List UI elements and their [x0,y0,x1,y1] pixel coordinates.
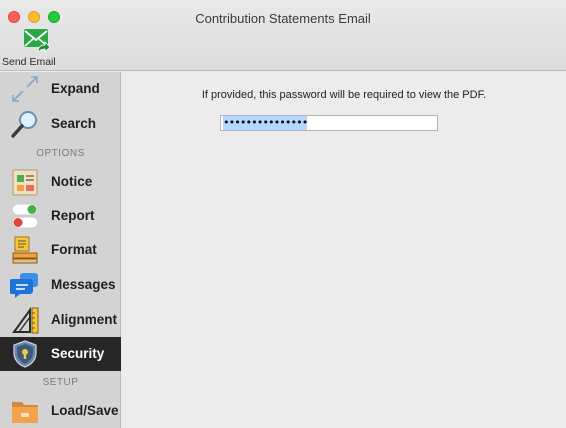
sidebar-item-alignment[interactable]: Alignment [0,303,121,337]
expand-icon [12,76,38,102]
notice-icon [12,169,38,196]
format-icon [12,236,38,264]
folder-icon [12,402,38,423]
security-shield-icon [13,340,37,368]
sidebar-item-label: Security [51,346,105,361]
password-selected-text: ••••••••••••••• [223,116,308,130]
send-email-label: Send Email [2,56,56,68]
sidebar-item-label: Messages [51,277,116,292]
sidebar-item-label: Load/Save [51,403,119,418]
sidebar-item-expand[interactable]: Expand [0,72,121,106]
security-panel: If provided, this password will be requi… [122,72,566,428]
report-toggle-icon [11,203,39,229]
sidebar-item-load-save[interactable]: Load/Save [0,394,121,428]
sidebar-item-messages[interactable]: Messages [0,268,121,302]
sidebar-item-label: Format [51,242,97,257]
sidebar-item-label: Search [51,116,97,131]
sidebar-item-notice[interactable]: Notice [0,165,121,199]
sidebar-header-options: OPTIONS [36,148,85,159]
sidebar-item-format[interactable]: Format [0,233,121,267]
sidebar-item-label: Notice [51,174,93,189]
send-email-button[interactable]: Send Email [2,28,60,70]
sidebar: Expand Search OPTIONS Notice Report Form… [0,72,121,428]
sidebar-item-report[interactable]: Report [0,199,121,233]
window-title: Contribution Statements Email [195,11,371,26]
app-window: Contribution Statements Email Send Email… [0,0,566,428]
messages-icon [10,273,38,298]
sidebar-item-search[interactable]: Search [0,107,121,141]
alignment-icon [12,306,39,334]
sidebar-item-label: Report [51,208,95,223]
sidebar-item-label: Alignment [51,312,117,327]
sidebar-item-label: Expand [51,81,100,96]
title-toolbar: Contribution Statements Email Send Email [0,0,566,71]
password-hint-text: If provided, this password will be requi… [201,89,487,101]
sidebar-item-security[interactable]: Security [0,337,121,371]
send-email-icon [24,29,51,53]
pdf-password-field[interactable]: ••••••••••••••• [220,115,438,131]
search-icon [11,111,37,138]
sidebar-header-setup: SETUP [42,377,79,388]
